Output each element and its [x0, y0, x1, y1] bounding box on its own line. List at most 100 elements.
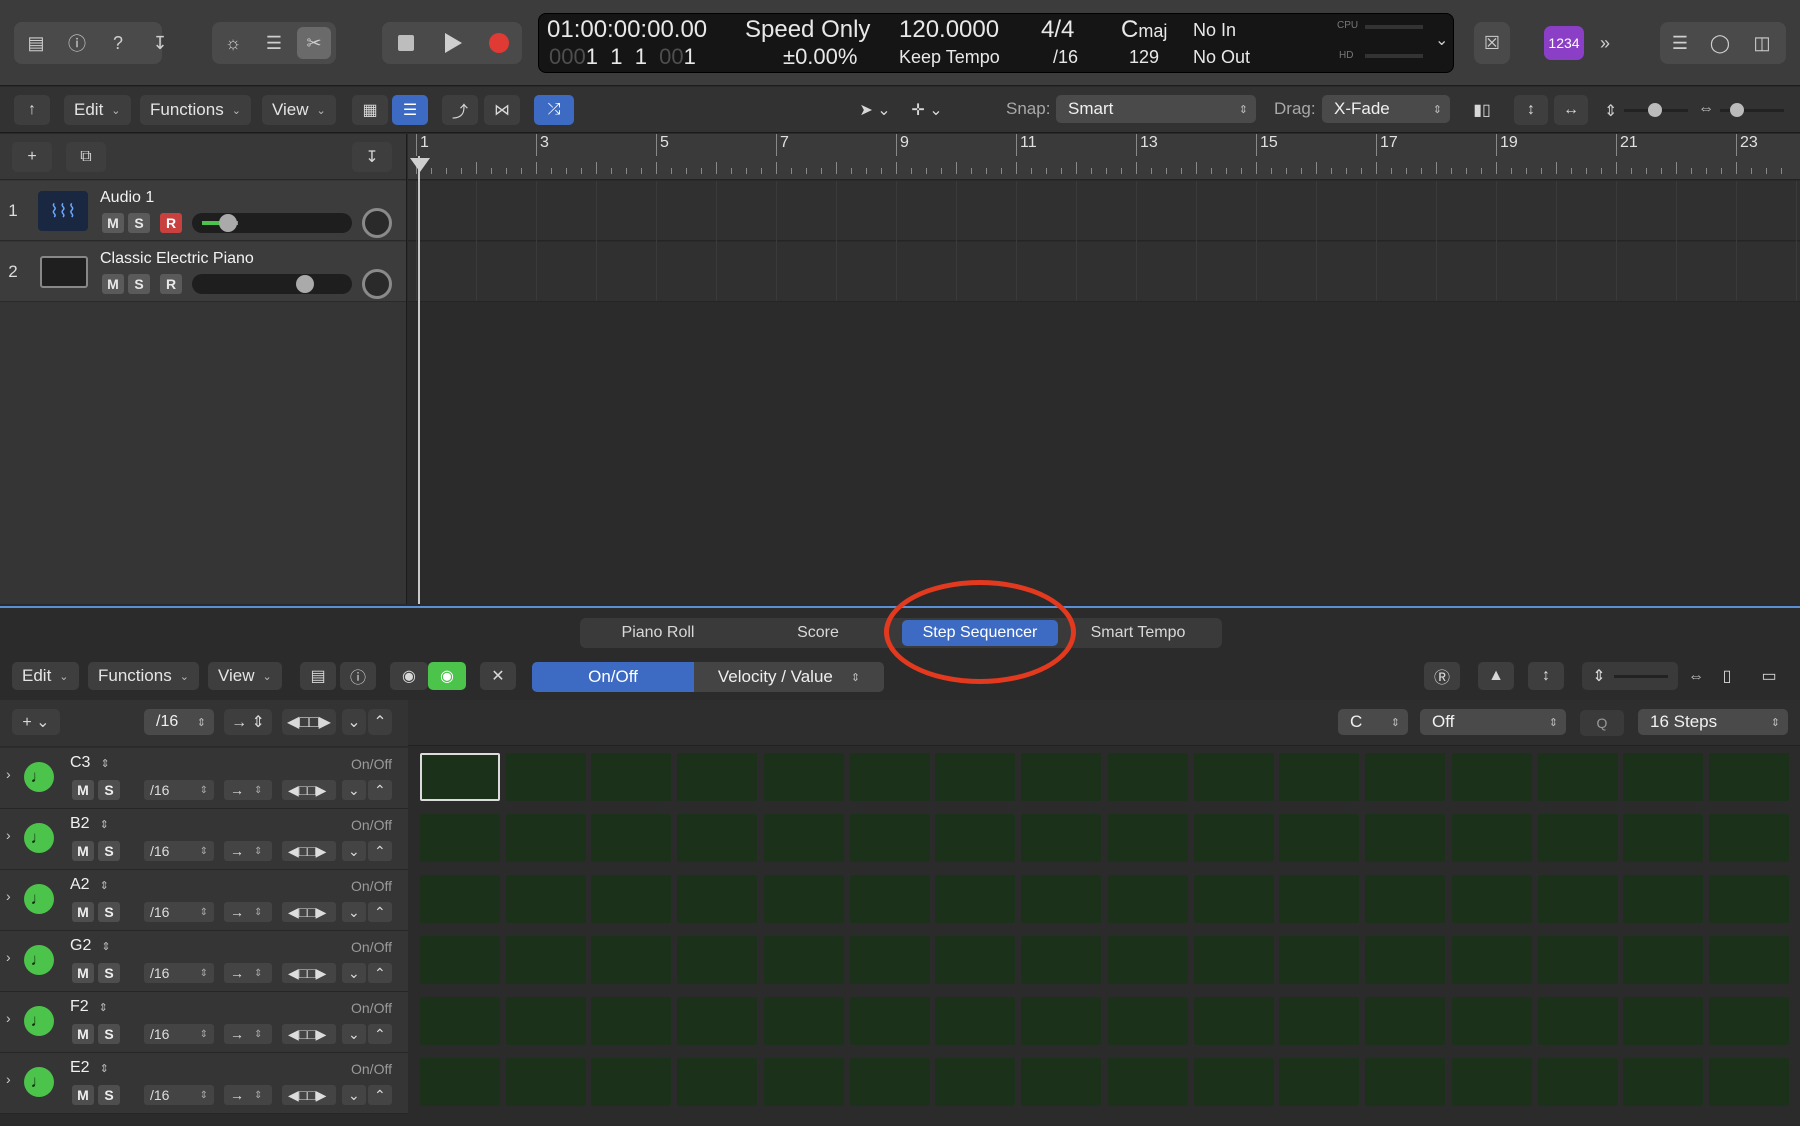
- view-menu[interactable]: View ⌄: [262, 95, 336, 125]
- solo-button[interactable]: S: [128, 274, 150, 294]
- pointer-tool-icon[interactable]: ➤ ⌄: [852, 95, 898, 125]
- row-collapse-icon[interactable]: ⌄: [342, 902, 366, 922]
- inspector-icon[interactable]: ⓘ: [60, 27, 94, 59]
- step-input-icon[interactable]: ◉: [390, 662, 428, 690]
- note-icon[interactable]: ♩: [24, 1006, 54, 1036]
- step-cell[interactable]: [1364, 997, 1445, 1045]
- step-cell[interactable]: [1193, 936, 1274, 984]
- editor-view-menu[interactable]: View ⌄: [208, 662, 282, 690]
- step-cell[interactable]: [1537, 753, 1618, 801]
- row-shift-icon[interactable]: ◀□□▶: [282, 963, 336, 983]
- step-cell[interactable]: [1364, 814, 1445, 862]
- row-mute-button[interactable]: M: [72, 902, 94, 922]
- row-mute-button[interactable]: M: [72, 1085, 94, 1105]
- step-cell[interactable]: [1279, 936, 1359, 984]
- step-cell[interactable]: [1193, 1058, 1274, 1106]
- speaker-icon[interactable]: ▲: [1478, 662, 1514, 690]
- loop-browser-icon[interactable]: ↧: [143, 27, 177, 59]
- row-playback-mode-icon[interactable]: → ⇕: [224, 963, 272, 983]
- global-tracks-icon[interactable]: ↧: [352, 142, 392, 172]
- step-cell[interactable]: [676, 1058, 757, 1106]
- play-icon[interactable]: [436, 27, 470, 59]
- row-solo-button[interactable]: S: [98, 902, 120, 922]
- step-cell[interactable]: [505, 1058, 586, 1106]
- step-cell[interactable]: [1537, 1058, 1618, 1106]
- editor-info-icon[interactable]: ⓘ: [340, 662, 376, 690]
- row-playback-mode-icon[interactable]: → ⇕: [224, 841, 272, 861]
- step-cell[interactable]: [764, 936, 844, 984]
- drag-popup[interactable]: X-Fade ⇕: [1322, 95, 1450, 123]
- list-editors-icon[interactable]: ☰: [1663, 27, 1697, 59]
- row-pitch[interactable]: B2 ⇕: [70, 815, 109, 833]
- inspector-toggle-icon[interactable]: ▯: [1712, 662, 1742, 690]
- row-solo-button[interactable]: S: [98, 780, 120, 800]
- volume-fader[interactable]: [192, 274, 352, 294]
- row-mute-button[interactable]: M: [72, 841, 94, 861]
- step-cell[interactable]: [1623, 997, 1703, 1045]
- step-cell[interactable]: [1279, 814, 1359, 862]
- playhead-handle-icon[interactable]: [410, 158, 430, 172]
- step-cell[interactable]: [1537, 997, 1618, 1045]
- editor-functions-menu[interactable]: Functions ⌄: [88, 662, 199, 690]
- smart-controls-icon[interactable]: ☼: [216, 27, 250, 59]
- row-pitch[interactable]: F2 ⇕: [70, 998, 108, 1016]
- playback-mode-icon[interactable]: → ⇕: [224, 709, 272, 735]
- row-expand-icon[interactable]: ⌃: [368, 1085, 392, 1105]
- row-collapse-icon[interactable]: ⌄: [342, 841, 366, 861]
- row-mute-button[interactable]: M: [72, 1024, 94, 1044]
- step-cell[interactable]: [1108, 753, 1188, 801]
- record-enable-button[interactable]: R: [160, 274, 182, 294]
- pattern-length-popup[interactable]: 16 Steps ⇕: [1638, 709, 1788, 735]
- step-cell[interactable]: [935, 1058, 1015, 1106]
- note-icon[interactable]: ♩: [24, 823, 54, 853]
- step-cell[interactable]: [676, 753, 757, 801]
- step-cell[interactable]: [1708, 997, 1789, 1045]
- vertical-fit-icon[interactable]: ↕: [1528, 662, 1564, 690]
- step-cell[interactable]: [1708, 814, 1789, 862]
- step-cell[interactable]: [1020, 753, 1101, 801]
- editor-vertical-zoom-slider[interactable]: ⇕: [1582, 662, 1678, 690]
- step-cell[interactable]: [1537, 875, 1618, 923]
- step-cell[interactable]: [420, 997, 500, 1045]
- row-pitch[interactable]: C3 ⇕: [70, 754, 110, 772]
- step-cell[interactable]: [1108, 997, 1188, 1045]
- library-icon[interactable]: ▤: [19, 27, 53, 59]
- step-cell[interactable]: [849, 875, 930, 923]
- row-collapse-icon[interactable]: ⌄: [342, 963, 366, 983]
- row-expand-icon[interactable]: ⌃: [368, 780, 392, 800]
- step-cell[interactable]: [1708, 1058, 1789, 1106]
- step-cell[interactable]: [1020, 936, 1101, 984]
- stop-icon[interactable]: [389, 27, 423, 59]
- step-cell[interactable]: [1364, 875, 1445, 923]
- double-chevron-right-icon[interactable]: »: [1588, 27, 1622, 59]
- step-cell[interactable]: [505, 814, 586, 862]
- row-rate-popup[interactable]: /16 ⇕: [144, 841, 214, 861]
- step-cell[interactable]: [1108, 814, 1188, 862]
- tab-smart-tempo[interactable]: Smart Tempo: [1060, 618, 1216, 648]
- vertical-zoom-slider[interactable]: [1624, 103, 1688, 117]
- step-cell[interactable]: [1279, 1058, 1359, 1106]
- disclosure-chevron-icon[interactable]: ›: [6, 1010, 11, 1026]
- scale-popup[interactable]: Off ⇕: [1420, 709, 1566, 735]
- automation-icon[interactable]: ⤴: [442, 95, 478, 125]
- step-cell[interactable]: [1193, 753, 1274, 801]
- row-collapse-icon[interactable]: ⌄: [342, 1024, 366, 1044]
- step-cell[interactable]: [1623, 753, 1703, 801]
- row-rate-popup[interactable]: /16 ⇕: [144, 1024, 214, 1044]
- record-pattern-icon[interactable]: Ⓡ: [1424, 662, 1460, 690]
- step-cell[interactable]: [1452, 1058, 1532, 1106]
- vertical-autozoom-icon[interactable]: ↕: [1514, 95, 1548, 125]
- step-cell[interactable]: [1364, 753, 1445, 801]
- step-cell[interactable]: [591, 753, 671, 801]
- mixer-icon[interactable]: ☰: [257, 27, 291, 59]
- row-collapse-icon[interactable]: ⌄: [342, 780, 366, 800]
- metronome-icon[interactable]: ☒: [1475, 27, 1509, 59]
- step-cell[interactable]: [1452, 753, 1532, 801]
- disclosure-chevron-icon[interactable]: ›: [6, 1071, 11, 1087]
- step-cell[interactable]: [935, 753, 1015, 801]
- step-cell[interactable]: [1623, 936, 1703, 984]
- row-expand-icon[interactable]: ⌃: [368, 841, 392, 861]
- step-cell[interactable]: [1279, 753, 1359, 801]
- editors-scissors-icon[interactable]: ✂: [297, 27, 331, 59]
- edit-menu[interactable]: Edit ⌄: [64, 95, 131, 125]
